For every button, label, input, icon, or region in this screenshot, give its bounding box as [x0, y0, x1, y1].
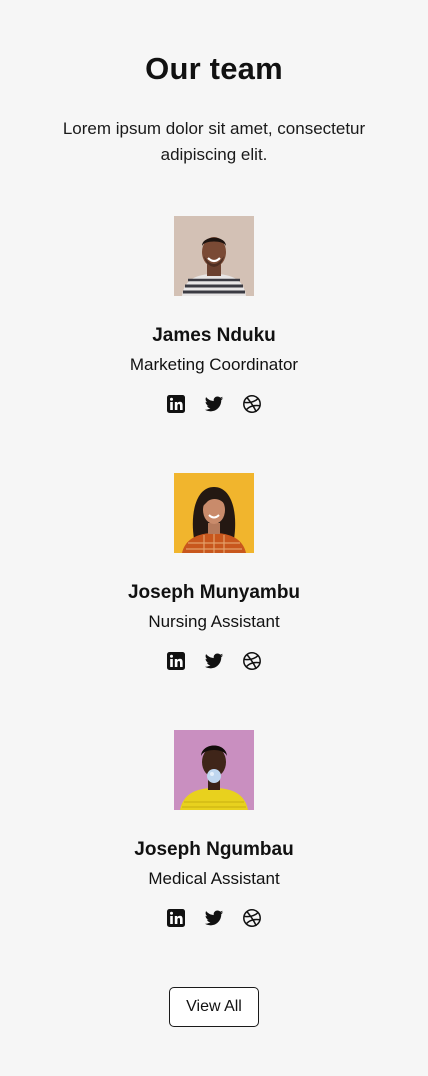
member-social-links	[166, 394, 262, 414]
team-member-card: Joseph Munyambu Nursing Assistant	[0, 473, 428, 730]
linkedin-icon[interactable]	[166, 651, 186, 671]
member-photo	[174, 473, 254, 553]
linkedin-icon[interactable]	[166, 908, 186, 928]
section-title: Our team	[145, 51, 283, 86]
member-role: Marketing Coordinator	[129, 355, 299, 374]
dribbble-icon[interactable]	[242, 908, 262, 928]
twitter-icon[interactable]	[204, 394, 224, 414]
member-photo	[174, 216, 254, 296]
section-subtitle: Lorem ipsum dolor sit amet, consectetur …	[62, 119, 366, 164]
member-role: Medical Assistant	[148, 869, 280, 888]
dribbble-icon[interactable]	[242, 651, 262, 671]
dribbble-icon[interactable]	[242, 394, 262, 414]
member-social-links	[166, 908, 262, 928]
team-member-card: James Nduku Marketing Coordinator	[0, 216, 428, 473]
member-name: Joseph Munyambu	[127, 582, 301, 603]
team-member-card: Joseph Ngumbau Medical Assistant	[0, 730, 428, 987]
view-all-button[interactable]: View All	[169, 987, 259, 1027]
member-name: James Nduku	[152, 325, 276, 346]
member-social-links	[166, 651, 262, 671]
twitter-icon[interactable]	[204, 651, 224, 671]
member-photo	[174, 730, 254, 810]
linkedin-icon[interactable]	[166, 394, 186, 414]
team-members-list: James Nduku Marketing Coordinator Joseph…	[0, 216, 428, 987]
twitter-icon[interactable]	[204, 908, 224, 928]
member-role: Nursing Assistant	[148, 612, 280, 631]
team-section: Our team Lorem ipsum dolor sit amet, con…	[0, 0, 428, 1076]
member-name: Joseph Ngumbau	[134, 839, 294, 860]
